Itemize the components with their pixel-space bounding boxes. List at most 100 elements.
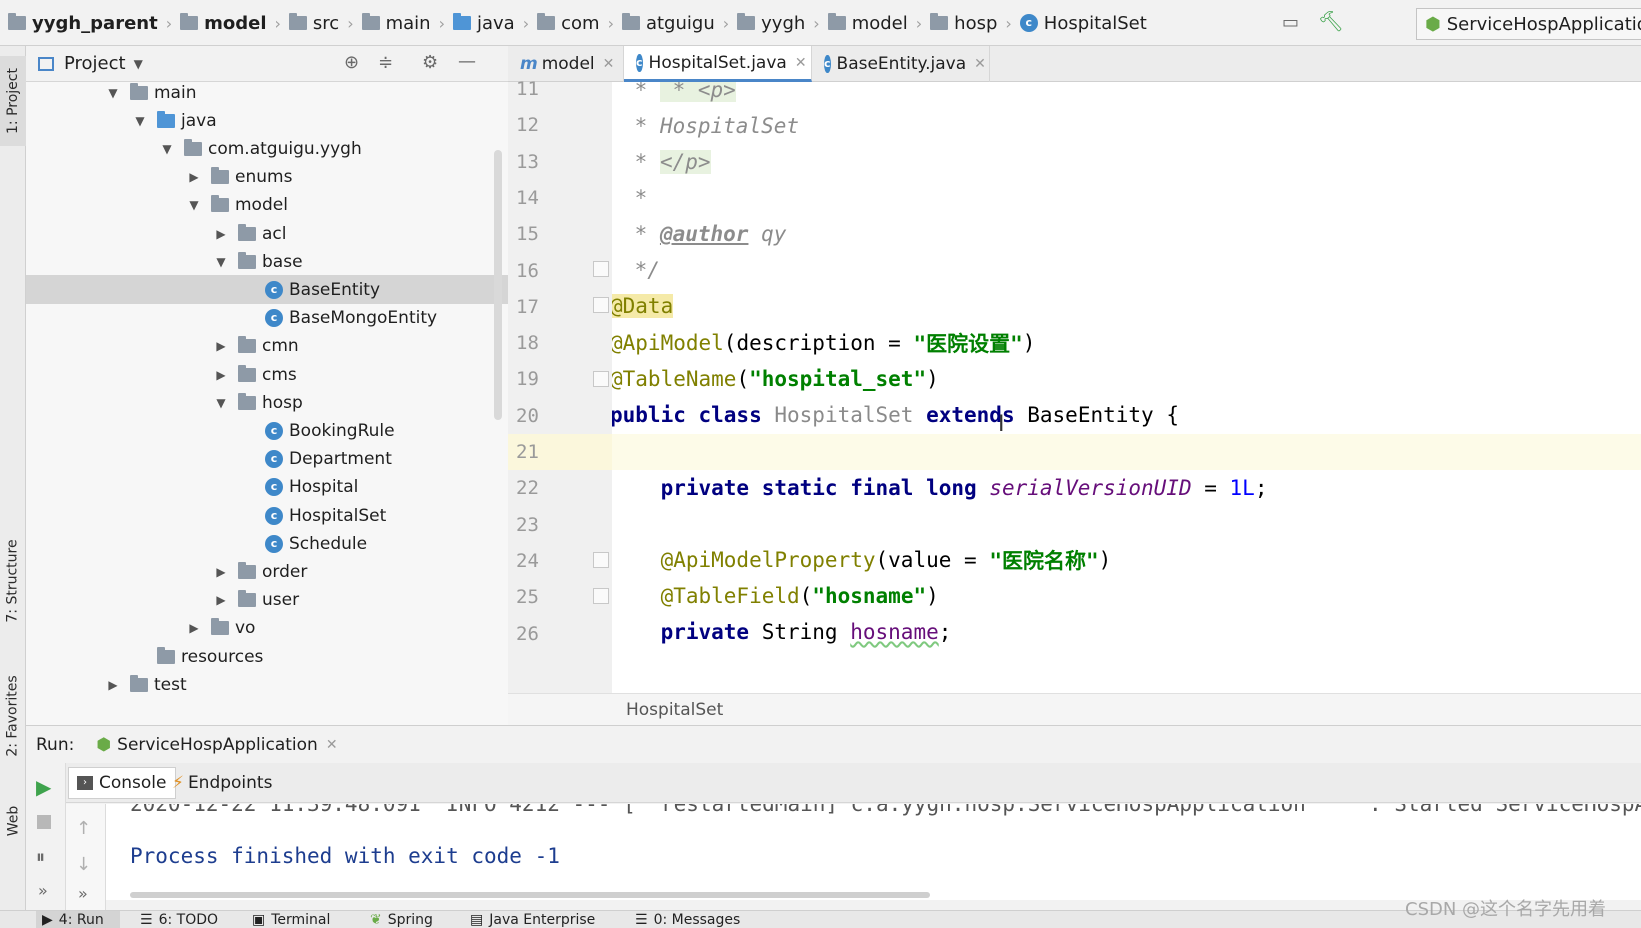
chevron-right-icon[interactable]: ▶ xyxy=(214,565,228,579)
navigation-bar: yygh_parent › model › src › main › java › com › atgu… xyxy=(0,0,1641,46)
chevron-right-icon[interactable]: ▶ xyxy=(187,621,201,635)
tree-item-schedule[interactable]: ▶cSchedule xyxy=(26,529,508,558)
tree-item-com-atguigu-yygh[interactable]: ▼ com.atguigu.yygh xyxy=(26,134,508,163)
gear-icon[interactable]: ⚙ xyxy=(422,52,438,73)
console-output[interactable]: 2020-12-22 11:39:48.091 INFO 4212 --- [ … xyxy=(106,804,1641,900)
fold-marker-icon[interactable] xyxy=(593,552,609,568)
breadcrumb-item[interactable]: yygh xyxy=(737,13,805,34)
breadcrumb-item[interactable]: model xyxy=(180,13,267,34)
hide-panel-icon[interactable]: — xyxy=(458,51,476,72)
chevron-down-icon[interactable]: ▼ xyxy=(187,198,201,212)
tab-endpoints[interactable]: ⚡︎ Endpoints xyxy=(164,767,280,799)
class-icon: c xyxy=(265,506,283,525)
run-config-tab[interactable]: ServiceHospApplication xyxy=(117,735,318,755)
scroll-up-icon[interactable]: ↑ xyxy=(76,818,91,839)
tree-item-base[interactable]: ▼ base xyxy=(26,247,508,276)
tree-item-hosp[interactable]: ▼ hosp xyxy=(26,388,508,417)
chevron-right-icon[interactable]: ▶ xyxy=(214,368,228,382)
fold-marker-icon[interactable] xyxy=(593,588,609,604)
tree-item-order[interactable]: ▶ order xyxy=(26,557,508,586)
tree-item-bookingrule[interactable]: ▶cBookingRule xyxy=(26,416,508,445)
class-icon: c xyxy=(636,53,643,72)
more-icon[interactable]: » xyxy=(38,881,48,900)
tool-tab-todo[interactable]: ☰ 6: TODO xyxy=(140,911,218,928)
run-configuration-selector[interactable]: ⬢ ServiceHospApplication xyxy=(1416,8,1641,40)
tool-tab-java-enterprise[interactable]: ▤ Java Enterprise xyxy=(470,911,595,928)
tree-item-user[interactable]: ▶ user xyxy=(26,586,508,615)
scroll-down-icon[interactable]: ↓ xyxy=(76,854,91,875)
breadcrumb-item[interactable]: hosp xyxy=(930,13,997,34)
breadcrumb-item[interactable]: main xyxy=(361,13,431,34)
chevron-down-icon[interactable]: ▼ xyxy=(214,396,228,410)
code-editor[interactable]: * * <p> * HospitalSet * </p> * * @author… xyxy=(612,82,1641,693)
tool-tab-run[interactable]: ▶ 4: Run xyxy=(36,911,120,928)
tree-item-vo[interactable]: ▶ vo xyxy=(26,614,508,643)
tab-console[interactable]: › Console xyxy=(68,767,176,799)
tree-item-baseentity[interactable]: ▶cBaseEntity xyxy=(26,275,508,305)
chevron-down-icon[interactable]: ▼ xyxy=(214,255,228,269)
tree-item-main[interactable]: ▼ main xyxy=(26,82,508,107)
module-icon xyxy=(180,13,199,30)
chevron-right-icon[interactable]: ▶ xyxy=(214,339,228,353)
tree-item-hospitalset[interactable]: ▶cHospitalSet xyxy=(26,501,508,530)
tree-item-test[interactable]: ▶ test xyxy=(26,670,508,699)
build-target-icon[interactable]: ▭ xyxy=(1282,12,1299,33)
tree-item-basemongoentity[interactable]: ▶cBaseMongoEntity xyxy=(26,304,508,333)
collapse-all-icon[interactable]: ≑ xyxy=(378,52,393,73)
code-line-26: private String hosname; xyxy=(612,620,952,644)
locate-icon[interactable]: ⊕ xyxy=(344,52,359,73)
chevron-down-icon[interactable]: ▼ xyxy=(134,57,143,71)
pause-icon[interactable]: ⏸︎ xyxy=(36,847,45,868)
tree-item-department[interactable]: ▶cDepartment xyxy=(26,445,508,474)
breadcrumb-item[interactable]: model xyxy=(827,13,908,34)
chevron-right-icon[interactable]: ▶ xyxy=(214,593,228,607)
console-horizontal-scrollbar[interactable] xyxy=(130,892,930,898)
fold-marker-icon[interactable] xyxy=(593,261,609,277)
tree-item-hospital[interactable]: ▶cHospital xyxy=(26,473,508,502)
tab-model[interactable]: m model ✕ xyxy=(508,46,624,82)
breadcrumb-item[interactable]: atguigu xyxy=(621,13,715,34)
tool-tab-terminal[interactable]: ▣ Terminal xyxy=(252,911,330,928)
footer-breadcrumb-item[interactable]: HospitalSet xyxy=(626,700,723,720)
chevron-right-icon[interactable]: ▶ xyxy=(106,678,120,692)
chevron-right-icon[interactable]: ▶ xyxy=(187,170,201,184)
structure-tool-tab[interactable]: 7: Structure xyxy=(0,526,26,636)
project-scrollbar[interactable] xyxy=(494,150,502,420)
close-icon[interactable]: ✕ xyxy=(974,56,986,72)
close-icon[interactable]: ✕ xyxy=(795,55,807,71)
tree-item-java[interactable]: ▼ java xyxy=(26,106,508,135)
favorites-tool-tab[interactable]: 2: Favorites xyxy=(0,661,26,771)
more-icon[interactable]: » xyxy=(78,884,88,903)
close-icon[interactable]: ✕ xyxy=(326,737,338,753)
fold-marker-icon[interactable] xyxy=(593,371,609,387)
rerun-icon[interactable]: ▶ xyxy=(36,775,51,799)
chevron-right-icon[interactable]: ▶ xyxy=(214,227,228,241)
build-hammer-icon[interactable]: 🔨︎ xyxy=(1318,9,1343,33)
terminal-icon: ▣ xyxy=(252,912,266,928)
close-icon[interactable]: ✕ xyxy=(603,56,615,72)
chevron-down-icon[interactable]: ▼ xyxy=(133,114,147,128)
tab-baseentity-java[interactable]: c BaseEntity.java ✕ xyxy=(812,46,990,82)
breadcrumb-item[interactable]: com xyxy=(537,13,600,34)
tree-item-acl[interactable]: ▶ acl xyxy=(26,219,508,248)
tree-item-resources[interactable]: ▶resources xyxy=(26,642,508,671)
tree-item-cms[interactable]: ▶ cms xyxy=(26,360,508,389)
tool-tab-spring[interactable]: ❦ Spring xyxy=(370,911,433,928)
breadcrumb-item[interactable]: src xyxy=(288,13,339,34)
tree-item-enums[interactable]: ▶ enums xyxy=(26,163,508,192)
breadcrumb-item[interactable]: c HospitalSet xyxy=(1019,13,1147,34)
fold-marker-icon[interactable] xyxy=(593,297,609,313)
chevron-down-icon[interactable]: ▼ xyxy=(106,86,120,100)
tree-item-model[interactable]: ▼ model xyxy=(26,191,508,220)
tool-tab-messages[interactable]: ☰ 0: Messages xyxy=(635,911,740,928)
project-panel-title[interactable]: Project xyxy=(64,53,126,74)
project-view-icon xyxy=(38,56,54,71)
tab-hospitalset-java[interactable]: c HospitalSet.java ✕ xyxy=(624,46,812,82)
web-tool-tab[interactable]: Web xyxy=(0,791,26,851)
project-tool-tab[interactable]: 1: Project xyxy=(0,56,26,146)
breadcrumb-item[interactable]: yygh_parent xyxy=(8,13,158,34)
breadcrumb-item[interactable]: java xyxy=(452,13,515,34)
chevron-down-icon[interactable]: ▼ xyxy=(160,142,174,156)
tree-item-cmn[interactable]: ▶ cmn xyxy=(26,332,508,361)
stop-icon[interactable] xyxy=(37,815,51,829)
